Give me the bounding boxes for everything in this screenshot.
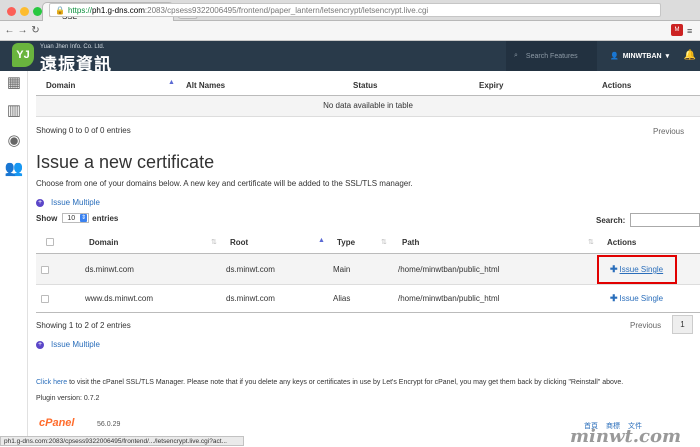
row-checkbox[interactable] — [41, 266, 49, 274]
issue-single-button[interactable]: ✚ Issue Single — [610, 293, 663, 304]
url-path: :2083/cpsess9322006495/frontend/paper_la… — [144, 5, 429, 15]
issue-multiple-bottom-link[interactable]: + Issue Multiple — [36, 340, 100, 349]
previous-button[interactable]: Previous — [630, 321, 661, 330]
sidebar: ▦ ▥ ◉ 👥 — [0, 71, 28, 446]
sort-asc-icon: ▲ — [168, 79, 175, 86]
page-1-button[interactable]: 1 — [672, 315, 693, 334]
row-type: Alias — [333, 294, 351, 303]
top-previous-button[interactable]: Previous — [653, 127, 684, 136]
col-root-header[interactable]: Root — [230, 238, 248, 247]
table-bottom-divider — [36, 312, 700, 313]
browser-menu-icon[interactable]: ≡ — [687, 26, 692, 36]
issue-multiple-label: Issue Multiple — [51, 340, 100, 349]
row-root: ds.minwt.com — [226, 294, 275, 303]
theme-palette-icon[interactable]: ◉ — [4, 131, 24, 151]
footer-note-text: to visit the cPanel SSL/TLS Manager. Ple… — [67, 379, 624, 386]
grid-home-icon[interactable]: ▦ — [4, 73, 24, 93]
col-alt-names-header[interactable]: Alt Names — [186, 81, 225, 90]
issue-single-label: Issue Single — [619, 294, 664, 303]
search-icon: ⌕ — [514, 52, 518, 59]
username: MINWTBAN — [622, 52, 662, 60]
footer-note: Click here to visit the cPanel SSL/TLS M… — [36, 379, 623, 386]
feature-search-input[interactable]: ⌕ Search Features — [506, 41, 597, 71]
back-arrow-icon[interactable]: ← — [3, 25, 16, 36]
select-all-checkbox[interactable] — [46, 238, 54, 246]
domain-table-info: Showing 1 to 2 of 2 entries — [36, 321, 131, 330]
col-actions-header-2: Actions — [607, 238, 637, 247]
row-divider — [36, 284, 700, 285]
row-checkbox[interactable] — [41, 295, 49, 303]
close-window-button[interactable] — [7, 7, 16, 16]
issue-description: Choose from one of your domains below. A… — [36, 179, 413, 188]
url-host: ph1.g-dns.com — [91, 5, 145, 15]
sort-icon-3: ⇅ — [588, 239, 594, 246]
users-icon[interactable]: 👥 — [4, 159, 24, 179]
plus-circle-icon: + — [36, 340, 44, 349]
search-placeholder: Search Features — [525, 52, 578, 60]
row-path: /home/minwtban/public_html — [398, 265, 500, 274]
row-path: /home/minwtban/public_html — [398, 294, 500, 303]
highlight-box — [597, 255, 677, 284]
page-length-select[interactable]: 10 ⇕ — [62, 213, 90, 223]
chevron-down-icon: ▾ — [665, 53, 670, 60]
page-length-control: Show 10 ⇕ entries — [36, 213, 118, 223]
watermark: minwt.com — [570, 426, 682, 447]
extension-icon[interactable]: M — [671, 24, 683, 36]
col-domain-header-2[interactable]: Domain — [89, 238, 118, 247]
table-search-input[interactable] — [630, 213, 700, 227]
col-expiry-header[interactable]: Expiry — [479, 81, 503, 90]
ssl-manager-link[interactable]: Click here — [36, 379, 67, 386]
row-domain: ds.minwt.com — [85, 265, 134, 274]
col-type-header[interactable]: Type — [337, 238, 355, 247]
plus-circle-icon: + — [36, 198, 44, 207]
sort-icon-2: ⇅ — [381, 239, 387, 246]
select-stepper-icon: ⇕ — [80, 214, 88, 222]
sort-icon: ⇅ — [211, 239, 217, 246]
url-scheme: https:// — [67, 5, 92, 15]
row-root: ds.minwt.com — [226, 265, 275, 274]
reload-icon[interactable]: ↻ — [29, 25, 42, 36]
notifications-bell-icon[interactable]: 🔔 — [680, 41, 700, 71]
plus-icon: ✚ — [610, 293, 618, 303]
forward-arrow-icon[interactable]: → — [16, 25, 29, 36]
row-type: Main — [333, 265, 351, 274]
col-domain-header[interactable]: Domain — [46, 81, 75, 90]
minimize-window-button[interactable] — [20, 7, 29, 16]
empty-table-message: No data available in table — [36, 96, 700, 116]
search-label: Search: — [596, 216, 626, 225]
browser-status-bar: ph1.g-dns.com:2083/cpsess9322006495/fron… — [0, 436, 244, 446]
col-status-header[interactable]: Status — [353, 81, 377, 90]
plugin-version: Plugin version: 0.7.2 — [36, 395, 100, 402]
lock-icon: 🔒 — [55, 5, 65, 15]
table-divider — [36, 116, 700, 117]
user-menu[interactable]: 👤 MINWTBAN ▾ — [600, 41, 678, 71]
top-table-info: Showing 0 to 0 of 0 entries — [36, 126, 131, 135]
page-length-value: 10 — [67, 214, 76, 222]
issue-multiple-label: Issue Multiple — [51, 198, 100, 207]
browser-toolbar: ← → ↻ — [0, 21, 700, 41]
stats-bar-chart-icon[interactable]: ▥ — [4, 101, 24, 121]
sort-asc-icon-2: ▲ — [318, 237, 325, 244]
issue-multiple-top-link[interactable]: + Issue Multiple — [36, 198, 100, 207]
col-actions-header: Actions — [602, 81, 632, 90]
row-domain: www.ds.minwt.com — [85, 294, 154, 303]
col-path-header[interactable]: Path — [402, 238, 419, 247]
cpanel-version: 56.0.29 — [97, 421, 121, 428]
entries-label: entries — [92, 213, 119, 223]
show-label: Show — [36, 213, 58, 223]
maximize-window-button[interactable] — [33, 7, 42, 16]
cpanel-logo[interactable]: cPanel — [39, 417, 74, 429]
brand-name[interactable]: 遠振資訊 — [40, 50, 112, 75]
address-bar[interactable]: 🔒 https://ph1.g-dns.com:2083/cpsess93220… — [49, 3, 661, 17]
brand-logo-icon[interactable]: YJ — [12, 43, 34, 67]
page-title: Issue a new certificate — [36, 152, 215, 172]
user-icon: 👤 — [610, 53, 619, 60]
